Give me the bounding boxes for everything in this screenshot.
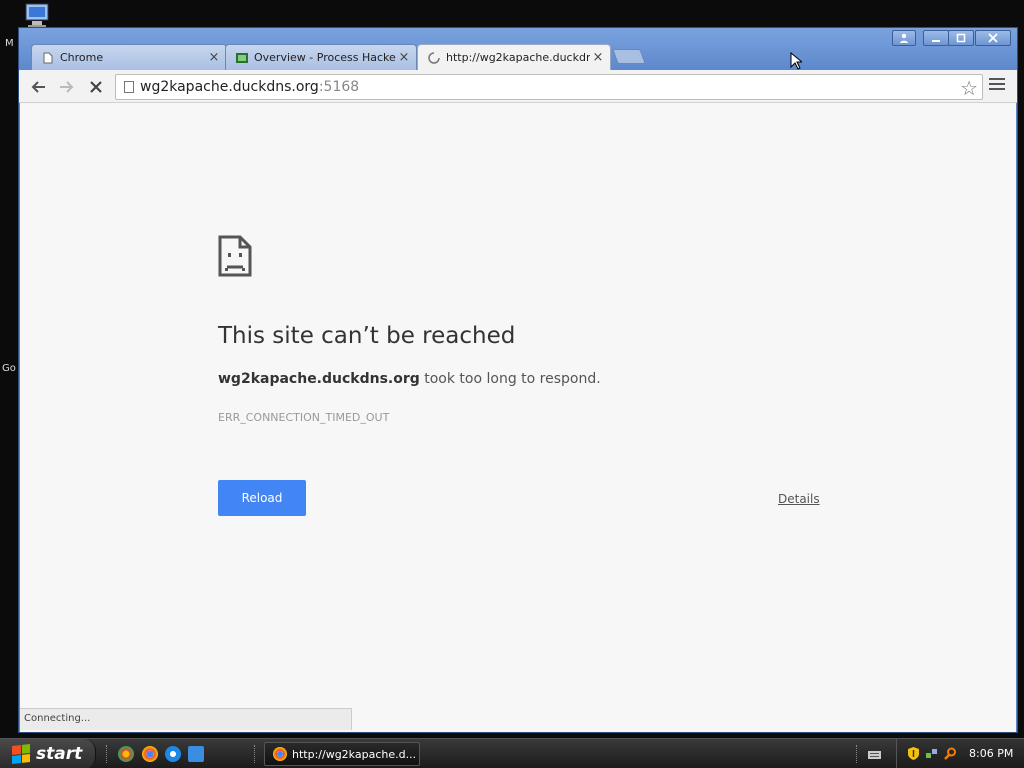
toolbar-grip[interactable]	[254, 745, 257, 763]
chrome-window: Chrome × Overview - Process Hacker × htt…	[18, 27, 1018, 733]
process-hacker-icon	[236, 52, 248, 64]
error-description: wg2kapache.duckdns.org took too long to …	[218, 371, 601, 387]
error-host: wg2kapache.duckdns.org	[218, 371, 420, 387]
taskbar-item-chrome[interactable]: http://wg2kapache.d...	[264, 742, 420, 766]
desktop-icon-label: Go	[2, 363, 16, 374]
sad-page-icon	[218, 235, 252, 277]
clock[interactable]: 8:06 PM	[969, 747, 1013, 760]
error-description-text: took too long to respond.	[419, 371, 601, 387]
tab-label: Overview - Process Hacker	[254, 51, 396, 64]
stop-icon	[90, 81, 102, 93]
menu-bar	[989, 83, 1005, 85]
mouse-cursor-icon	[790, 52, 802, 70]
status-bubble: Connecting...	[20, 708, 352, 730]
tab-wg2kapache[interactable]: http://wg2kapache.duckdns. ×	[417, 44, 611, 70]
minimize-icon	[932, 40, 940, 42]
firefox-quicklaunch-icon[interactable]	[118, 746, 134, 762]
network-icon[interactable]	[925, 747, 938, 760]
search-icon[interactable]	[944, 747, 957, 760]
page-icon	[124, 81, 134, 93]
tab-label: Chrome	[60, 51, 104, 64]
maximize-button[interactable]	[948, 30, 974, 46]
close-icon[interactable]: ×	[206, 50, 222, 65]
system-tray: 8:06 PM	[896, 739, 1024, 768]
taskbar: start http://wg2kapache.d... 8:06 PM	[0, 738, 1024, 768]
title-bar[interactable]: Chrome × Overview - Process Hacker × htt…	[19, 28, 1017, 70]
url-host: wg2kapache.duckdns.org	[140, 79, 319, 95]
error-code: ERR_CONNECTION_TIMED_OUT	[218, 411, 390, 424]
tab-label: http://wg2kapache.duckdns.	[446, 51, 590, 64]
profile-button[interactable]	[892, 30, 916, 46]
taskbar-item-label: http://wg2kapache.d...	[292, 747, 417, 761]
bookmark-star-icon[interactable]: ☆	[960, 76, 978, 100]
minimize-button[interactable]	[923, 30, 949, 46]
browser-toolbar: wg2kapache.duckdns.org:5168 ☆	[19, 70, 1017, 103]
start-label: start	[36, 744, 83, 764]
my-computer-icon[interactable]	[20, 2, 56, 30]
start-button[interactable]: start	[0, 739, 96, 768]
url-port: :5168	[318, 79, 360, 95]
back-button[interactable]	[27, 76, 49, 98]
toolbar-grip[interactable]	[856, 745, 859, 763]
desktop-icon-label: M	[5, 38, 14, 49]
close-icon	[988, 33, 998, 43]
page-icon	[42, 52, 54, 64]
internet-explorer-icon[interactable]	[165, 746, 181, 762]
page-content: This site can’t be reached wg2kapache.du…	[20, 103, 1016, 732]
close-icon[interactable]: ×	[396, 50, 412, 65]
forward-button[interactable]	[56, 76, 78, 98]
keyboard-icon[interactable]	[868, 748, 881, 761]
chrome-quicklaunch-icon[interactable]	[142, 746, 158, 762]
loading-spinner-icon	[428, 51, 440, 64]
menu-bar	[989, 88, 1005, 90]
security-shield-icon[interactable]	[907, 747, 920, 760]
new-tab-button[interactable]	[612, 49, 646, 64]
toolbar-grip[interactable]	[106, 745, 109, 763]
back-arrow-icon	[31, 81, 45, 93]
stop-button[interactable]	[85, 76, 107, 98]
details-link[interactable]: Details	[778, 492, 820, 506]
address-bar[interactable]: wg2kapache.duckdns.org:5168 ☆	[115, 74, 983, 100]
error-title: This site can’t be reached	[218, 323, 516, 349]
windows-flag-icon	[12, 744, 30, 764]
close-icon[interactable]: ×	[590, 50, 606, 65]
email-client-icon[interactable]	[188, 746, 204, 762]
reload-button[interactable]: Reload	[218, 480, 306, 516]
tab-chrome[interactable]: Chrome ×	[31, 44, 227, 70]
forward-arrow-icon	[60, 81, 74, 93]
menu-bar	[989, 78, 1005, 80]
person-icon	[900, 33, 908, 43]
close-window-button[interactable]	[975, 30, 1011, 46]
chrome-menu-button[interactable]	[989, 78, 1005, 94]
chrome-icon	[273, 747, 287, 761]
tab-process-hacker[interactable]: Overview - Process Hacker ×	[225, 44, 417, 70]
restore-icon	[956, 33, 966, 43]
